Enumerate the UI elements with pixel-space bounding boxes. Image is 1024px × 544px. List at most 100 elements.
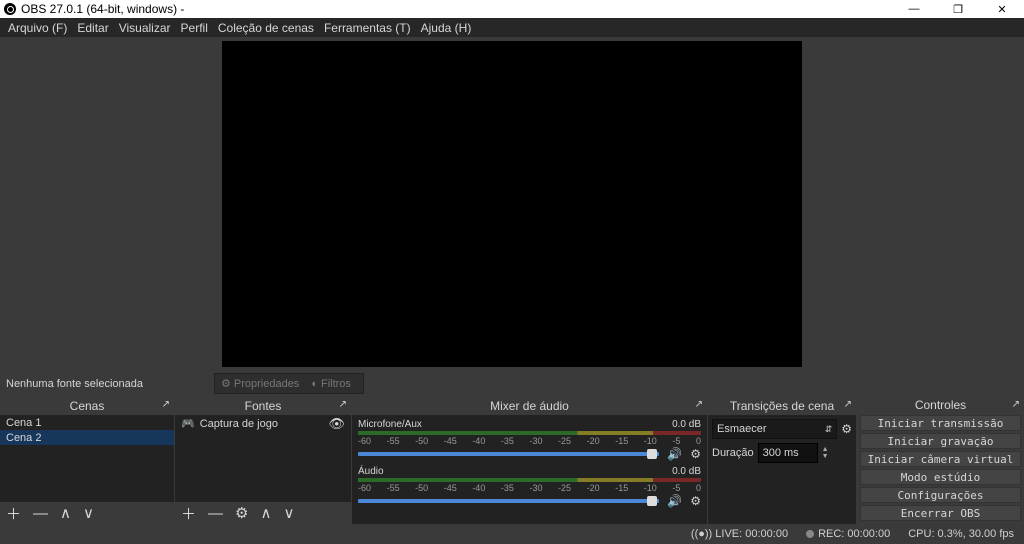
- settings-button[interactable]: Configurações: [860, 487, 1021, 503]
- source-props-button[interactable]: ⚙: [235, 504, 248, 522]
- gear-icon[interactable]: ⚙: [841, 422, 852, 436]
- scenes-list[interactable]: Cena 1 Cena 2: [0, 415, 174, 502]
- broadcast-icon: ((●)): [691, 528, 712, 540]
- no-source-text: Nenhuma fonte selecionada: [6, 378, 143, 390]
- audio-channel-name: Microfone/Aux: [358, 419, 422, 430]
- menu-tools[interactable]: Ferramentas (T): [324, 21, 411, 35]
- sources-toolbar: ＋ — ⚙ ∧ ∨: [175, 502, 351, 524]
- scenes-header: Cenas ↗: [0, 397, 174, 415]
- close-button[interactable]: ✕: [980, 0, 1024, 18]
- transitions-dock: Transições de cena ↗ Esmaecer ⇵ ⚙ Duraçã…: [708, 397, 856, 524]
- add-source-button[interactable]: ＋: [181, 503, 196, 524]
- scene-up-button[interactable]: ∧: [60, 504, 71, 522]
- rec-status: REC: 00:00:00: [806, 528, 890, 540]
- scene-down-button[interactable]: ∨: [83, 504, 94, 522]
- duration-input[interactable]: 300 ms: [758, 443, 818, 463]
- start-recording-button[interactable]: Iniciar gravação: [860, 433, 1021, 449]
- transitions-body: Esmaecer ⇵ ⚙ Duração 300 ms ▲▼: [708, 415, 856, 524]
- transition-select[interactable]: Esmaecer ⇵: [712, 419, 837, 439]
- source-label: Captura de jogo: [200, 418, 278, 430]
- record-dot-icon: [806, 530, 814, 538]
- source-toolbar: ⚙ Propriedades ◐ Filtros: [214, 373, 364, 394]
- transition-select-value: Esmaecer: [717, 423, 767, 435]
- remove-source-button[interactable]: —: [208, 505, 223, 522]
- popout-icon[interactable]: ↗: [339, 399, 347, 410]
- maximize-button[interactable]: ❐: [936, 0, 980, 18]
- scene-item[interactable]: Cena 2: [0, 430, 174, 445]
- studio-mode-button[interactable]: Modo estúdio: [860, 469, 1021, 485]
- source-down-button[interactable]: ∨: [283, 504, 294, 522]
- add-scene-button[interactable]: ＋: [6, 503, 21, 524]
- audio-header: Mixer de áudio ↗: [352, 397, 707, 415]
- menu-file[interactable]: Arquivo (F): [8, 21, 67, 35]
- properties-label: Propriedades: [234, 378, 299, 390]
- minimize-button[interactable]: —: [892, 0, 936, 18]
- menu-bar: Arquivo (F) Editar Visualizar Perfil Col…: [0, 18, 1024, 37]
- controls-header: Controles ↗: [857, 397, 1024, 412]
- filters-label: Filtros: [321, 378, 351, 390]
- gear-icon: ⚙: [221, 377, 231, 390]
- sources-header: Fontes ↗: [175, 397, 351, 415]
- gear-icon[interactable]: ⚙: [690, 447, 701, 461]
- duration-spinner[interactable]: ▲▼: [822, 446, 829, 460]
- scene-label: Cena 1: [6, 417, 41, 429]
- start-virtual-cam-button[interactable]: Iniciar câmera virtual: [860, 451, 1021, 467]
- audio-meter: [358, 478, 701, 482]
- audio-channel-name: Áudio: [358, 466, 384, 477]
- chevron-updown-icon: ⇵: [825, 424, 833, 435]
- audio-channel-db: 0.0 dB: [672, 466, 701, 477]
- popout-icon[interactable]: ↗: [844, 399, 852, 410]
- audio-ticks: -60-55-50-45-40-35-30-25-20-15-10-50: [358, 436, 701, 446]
- window-titlebar: OBS 27.0.1 (64-bit, windows) - — ❐ ✕: [0, 0, 1024, 18]
- popout-icon[interactable]: ↗: [162, 399, 170, 410]
- audio-meter: [358, 431, 701, 435]
- sources-list[interactable]: 🎮 Captura de jogo 👁: [175, 415, 351, 502]
- speaker-icon[interactable]: 🔊: [667, 494, 682, 508]
- menu-profile[interactable]: Perfil: [181, 21, 208, 35]
- docks-container: Cenas ↗ Cena 1 Cena 2 ＋ — ∧ ∨ Fontes ↗ 🎮…: [0, 397, 1024, 524]
- start-stream-button[interactable]: Iniciar transmissão: [860, 415, 1021, 431]
- controls-title: Controles: [915, 398, 966, 412]
- scene-item[interactable]: Cena 1: [0, 415, 174, 430]
- gear-icon[interactable]: ⚙: [690, 494, 701, 508]
- controls-body: Iniciar transmissão Iniciar gravação Ini…: [857, 412, 1024, 524]
- volume-slider[interactable]: [358, 499, 659, 503]
- filters-button[interactable]: ◐ Filtros: [305, 374, 357, 393]
- status-bar: ((●)) LIVE: 00:00:00 REC: 00:00:00 CPU: …: [0, 524, 1024, 544]
- game-capture-icon: 🎮: [181, 417, 195, 430]
- eye-icon[interactable]: 👁: [328, 416, 345, 432]
- cpu-status: CPU: 0.3%, 30.00 fps: [908, 528, 1014, 540]
- obs-logo-icon: [4, 3, 16, 15]
- speaker-icon[interactable]: 🔊: [667, 447, 682, 461]
- duration-label: Duração: [712, 447, 754, 459]
- preview-canvas[interactable]: [222, 41, 802, 367]
- scenes-dock: Cenas ↗ Cena 1 Cena 2 ＋ — ∧ ∨: [0, 397, 174, 524]
- source-up-button[interactable]: ∧: [260, 504, 271, 522]
- properties-button[interactable]: ⚙ Propriedades: [215, 374, 305, 393]
- menu-scene-collection[interactable]: Coleção de cenas: [218, 21, 314, 35]
- audio-ticks: -60-55-50-45-40-35-30-25-20-15-10-50: [358, 483, 701, 493]
- audio-title: Mixer de áudio: [490, 399, 569, 413]
- audio-channel-db: 0.0 dB: [672, 419, 701, 430]
- transitions-header: Transições de cena ↗: [708, 397, 856, 415]
- filter-icon: ◐: [311, 378, 318, 390]
- scenes-title: Cenas: [70, 399, 105, 413]
- scenes-toolbar: ＋ — ∧ ∨: [0, 502, 174, 524]
- sources-dock: Fontes ↗ 🎮 Captura de jogo 👁 ＋ — ⚙ ∧ ∨: [175, 397, 351, 524]
- source-item[interactable]: 🎮 Captura de jogo 👁: [175, 415, 351, 432]
- transitions-title: Transições de cena: [730, 399, 834, 413]
- remove-scene-button[interactable]: —: [33, 505, 48, 522]
- audio-mixer: Microfone/Aux 0.0 dB -60-55-50-45-40-35-…: [352, 415, 707, 524]
- exit-button[interactable]: Encerrar OBS: [860, 505, 1021, 521]
- popout-icon[interactable]: ↗: [695, 399, 703, 410]
- controls-dock: Controles ↗ Iniciar transmissão Iniciar …: [857, 397, 1024, 524]
- scene-label: Cena 2: [6, 432, 41, 444]
- volume-slider[interactable]: [358, 452, 659, 456]
- menu-view[interactable]: Visualizar: [119, 21, 171, 35]
- duration-value: 300 ms: [763, 447, 799, 459]
- menu-edit[interactable]: Editar: [77, 21, 108, 35]
- popout-icon[interactable]: ↗: [1012, 399, 1020, 410]
- menu-help[interactable]: Ajuda (H): [421, 21, 472, 35]
- preview-area: [0, 37, 1024, 373]
- window-title: OBS 27.0.1 (64-bit, windows) -: [21, 2, 184, 16]
